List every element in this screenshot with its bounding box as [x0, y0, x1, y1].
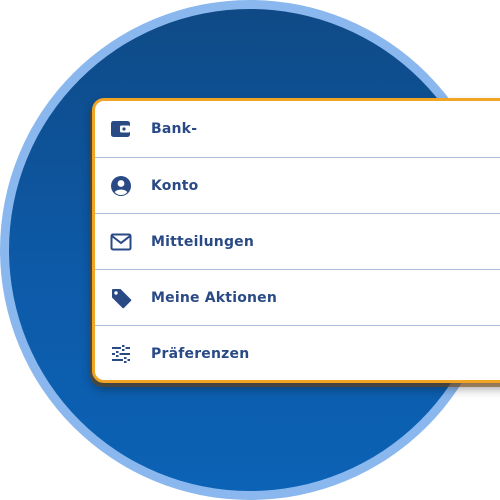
menu-item-praeferenzen[interactable]: Präferenzen — [95, 326, 500, 382]
menu-item-bank[interactable]: Bank- — [95, 101, 500, 157]
menu-item-label: Konto — [151, 178, 199, 194]
menu-item-label: Präferenzen — [151, 346, 250, 362]
menu-item-label: Meine Aktionen — [151, 290, 278, 306]
menu-item-mitteilungen[interactable]: Mitteilungen — [95, 214, 500, 270]
menu-item-label: Bank- — [151, 121, 198, 137]
tag-icon — [109, 286, 133, 310]
menu-card: Bank- Konto Mitteilungen Meine Aktionen … — [92, 98, 500, 383]
account-circle-icon — [109, 174, 133, 198]
menu-item-konto[interactable]: Konto — [95, 158, 500, 214]
menu-item-meine-aktionen[interactable]: Meine Aktionen — [95, 270, 500, 326]
menu-item-label: Mitteilungen — [151, 234, 255, 250]
wallet-icon — [109, 117, 133, 141]
mail-icon — [109, 230, 133, 254]
sliders-icon — [109, 342, 133, 366]
